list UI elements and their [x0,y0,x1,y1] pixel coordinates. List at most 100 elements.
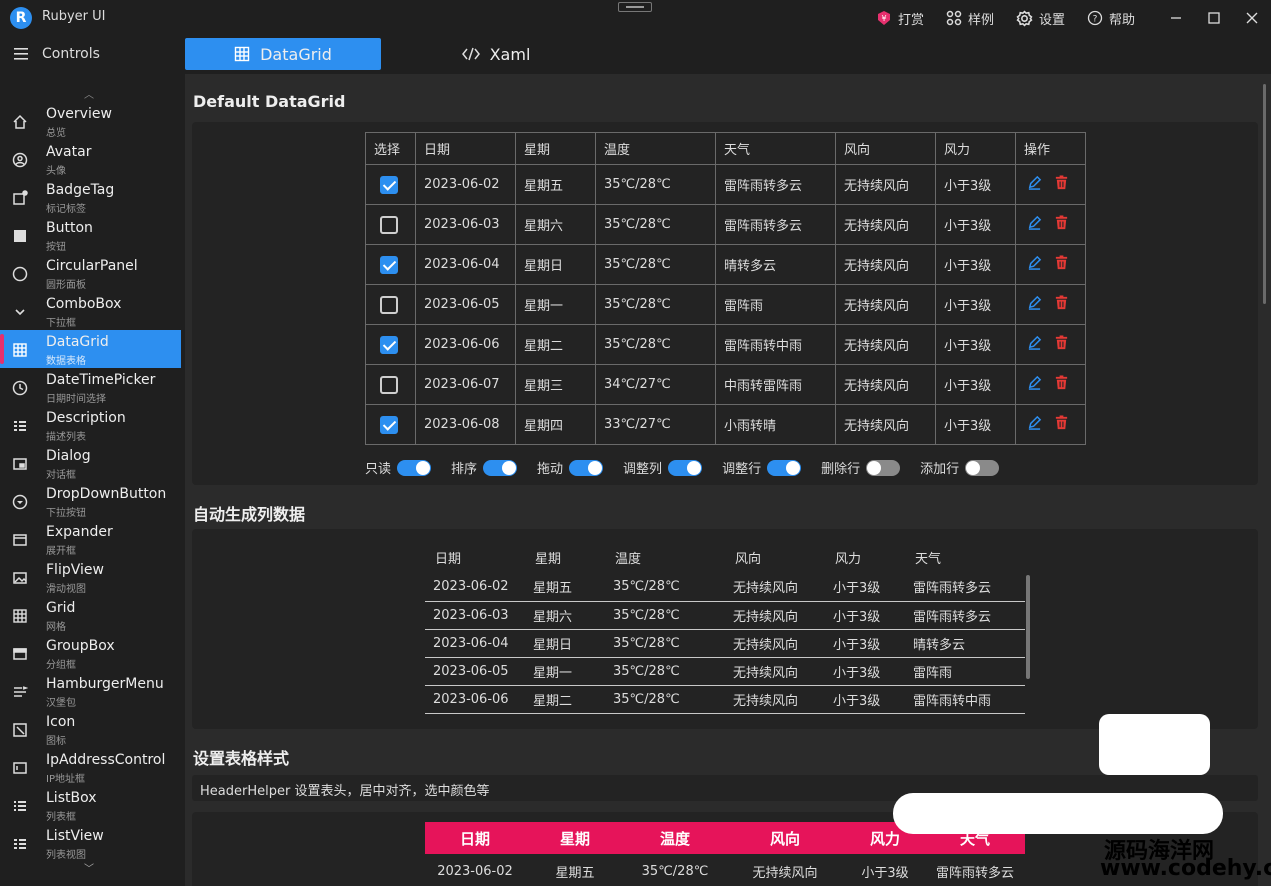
close-button[interactable] [1233,0,1271,36]
table-cell[interactable]: 雷阵雨转多云 [905,601,1025,630]
option-toggle[interactable]: 只读 [365,458,432,477]
donate-button[interactable]: ¥ 打赏 [876,9,924,28]
table-cell[interactable]: 2023-06-04 [415,244,516,285]
table-cell[interactable]: 雷阵雨 [905,657,1025,686]
table-cell[interactable]: 无持续风向 [835,364,936,405]
table-cell[interactable]: 35℃/28℃ [595,324,716,365]
table-cell[interactable]: 雷阵雨转多云 [715,204,836,245]
table-cell[interactable]: 小于3级 [935,284,1016,325]
delete-icon[interactable] [1054,175,1069,190]
option-toggle[interactable]: 添加行 [920,458,1000,477]
table-cell[interactable]: 2023-06-02 [425,573,525,602]
column-header[interactable]: 风向 [725,822,845,854]
option-toggle[interactable]: 调整行 [722,458,802,477]
table-row[interactable]: 2023-06-02 星期五 35℃/28℃ 雷阵雨转多云 无持续风向 小于3级 [365,164,1086,205]
sidebar-item-listview[interactable]: ListView 列表视图 [0,824,181,862]
table-cell[interactable]: 2023-06-02 [415,164,516,205]
row-checkbox[interactable] [380,175,398,194]
sidebar-item-combobox[interactable]: ComboBox 下拉框 [0,292,181,330]
table-cell[interactable]: 2023-06-03 [415,204,516,245]
sidebar-item-badgetag[interactable]: BadgeTag 标记标签 [0,178,181,216]
delete-icon[interactable] [1054,415,1069,430]
table-cell[interactable]: 雷阵雨转中雨 [905,685,1025,714]
column-header[interactable]: 风力 [935,132,1016,165]
table-cell[interactable]: 雷阵雨 [715,284,836,325]
table-cell[interactable]: 小于3级 [845,854,925,886]
table-cell[interactable]: 小于3级 [935,244,1016,285]
edit-icon[interactable] [1027,255,1042,270]
table-cell[interactable]: 2023-06-02 [425,854,525,886]
table-cell[interactable]: 无持续风向 [835,164,936,205]
table-cell[interactable]: 小于3级 [935,324,1016,365]
table-cell[interactable]: 晴转多云 [715,244,836,285]
table-cell[interactable]: 2023-06-06 [425,685,525,714]
column-header[interactable]: 星期 [525,822,625,854]
minimize-button[interactable] [1157,0,1195,36]
toggle-switch[interactable] [397,459,432,476]
sidebar-item-hamburgermenu[interactable]: HamburgerMenu 汉堡包 [0,672,181,710]
table-cell[interactable]: 小于3级 [825,573,905,602]
column-header[interactable]: 日期 [415,132,516,165]
column-header[interactable]: 日期 [425,541,525,573]
table-cell[interactable]: 星期三 [515,364,596,405]
sidebar-item-dialog[interactable]: Dialog 对话框 [0,444,181,482]
sidebar-item-icon[interactable]: Icon 图标 [0,710,181,748]
column-header[interactable]: 天气 [715,132,836,165]
scroll-down-icon[interactable]: ﹀ [84,860,94,875]
column-header[interactable]: 风力 [825,541,905,573]
table-cell[interactable]: 33℃/27℃ [595,404,716,445]
option-toggle[interactable]: 排序 [451,458,518,477]
table-cell[interactable]: 小于3级 [825,629,905,658]
tab-xaml[interactable]: Xaml [421,38,571,70]
table-cell[interactable]: 星期二 [515,324,596,365]
column-header[interactable]: 风向 [835,132,936,165]
table-cell[interactable]: 2023-06-06 [415,324,516,365]
column-header[interactable]: 风向 [725,541,825,573]
toggle-switch[interactable] [483,459,518,476]
table-cell[interactable]: 小于3级 [935,204,1016,245]
table-cell[interactable]: 无持续风向 [725,854,845,886]
row-checkbox[interactable] [380,335,398,354]
row-checkbox[interactable] [380,295,398,314]
default-datagrid[interactable]: 选择 日期 星期 温度 天气 风向 风力 操作 2023-06-02 星期五 35℃… [365,132,1086,445]
option-toggle[interactable]: 删除行 [821,458,901,477]
content-scrollbar[interactable] [1263,84,1266,304]
column-header[interactable]: 日期 [425,822,525,854]
sidebar-item-avatar[interactable]: Avatar 头像 [0,140,181,178]
table-cell[interactable]: 小于3级 [825,685,905,714]
toggle-switch[interactable] [668,459,703,476]
table-cell[interactable]: 2023-06-04 [425,629,525,658]
table-cell[interactable]: 星期日 [515,244,596,285]
column-header[interactable]: 操作 [1015,132,1086,165]
sidebar-item-ipaddresscontrol[interactable]: IpAddressControl IP地址框 [0,748,181,786]
delete-icon[interactable] [1054,255,1069,270]
sidebar-item-groupbox[interactable]: GroupBox 分组框 [0,634,181,672]
toggle-switch[interactable] [569,459,604,476]
column-header[interactable]: 选择 [365,132,416,165]
row-checkbox[interactable] [380,415,398,434]
table-cell[interactable]: 2023-06-08 [415,404,516,445]
table-cell[interactable]: 2023-06-03 [425,601,525,630]
option-toggle[interactable]: 拖动 [537,458,604,477]
table-row[interactable]: 2023-06-06 星期二 35℃/28℃ 无持续风向 小于3级 雷阵雨转中雨 [425,685,1025,714]
table-cell[interactable]: 35℃/28℃ [605,657,725,686]
table-cell[interactable]: 无持续风向 [725,629,825,658]
table-cell[interactable]: 35℃/28℃ [605,573,725,602]
column-header[interactable]: 星期 [515,132,596,165]
column-header[interactable]: 星期 [525,541,605,573]
table-cell[interactable]: 34℃/27℃ [595,364,716,405]
column-header[interactable]: 温度 [625,822,725,854]
table-row[interactable]: 2023-06-05 星期一 35℃/28℃ 无持续风向 小于3级 雷阵雨 [425,657,1025,686]
table-cell[interactable]: 35℃/28℃ [605,629,725,658]
table-row[interactable]: 2023-06-08 星期四 33℃/27℃ 小雨转晴 无持续风向 小于3级 [365,404,1086,445]
row-checkbox[interactable] [380,255,398,274]
table-row[interactable]: 2023-06-02 星期五 35℃/28℃ 无持续风向 小于3级 雷阵雨转多云 [425,854,1025,886]
table-cell[interactable]: 星期六 [525,601,605,630]
table-cell[interactable]: 中雨转雷阵雨 [715,364,836,405]
table-cell[interactable]: 35℃/28℃ [595,204,716,245]
sidebar-header[interactable]: Controls [0,36,181,72]
table-row[interactable]: 2023-06-04 星期日 35℃/28℃ 晴转多云 无持续风向 小于3级 [365,244,1086,285]
table-cell[interactable]: 雷阵雨转中雨 [715,324,836,365]
table-cell[interactable]: 星期一 [515,284,596,325]
delete-icon[interactable] [1054,215,1069,230]
